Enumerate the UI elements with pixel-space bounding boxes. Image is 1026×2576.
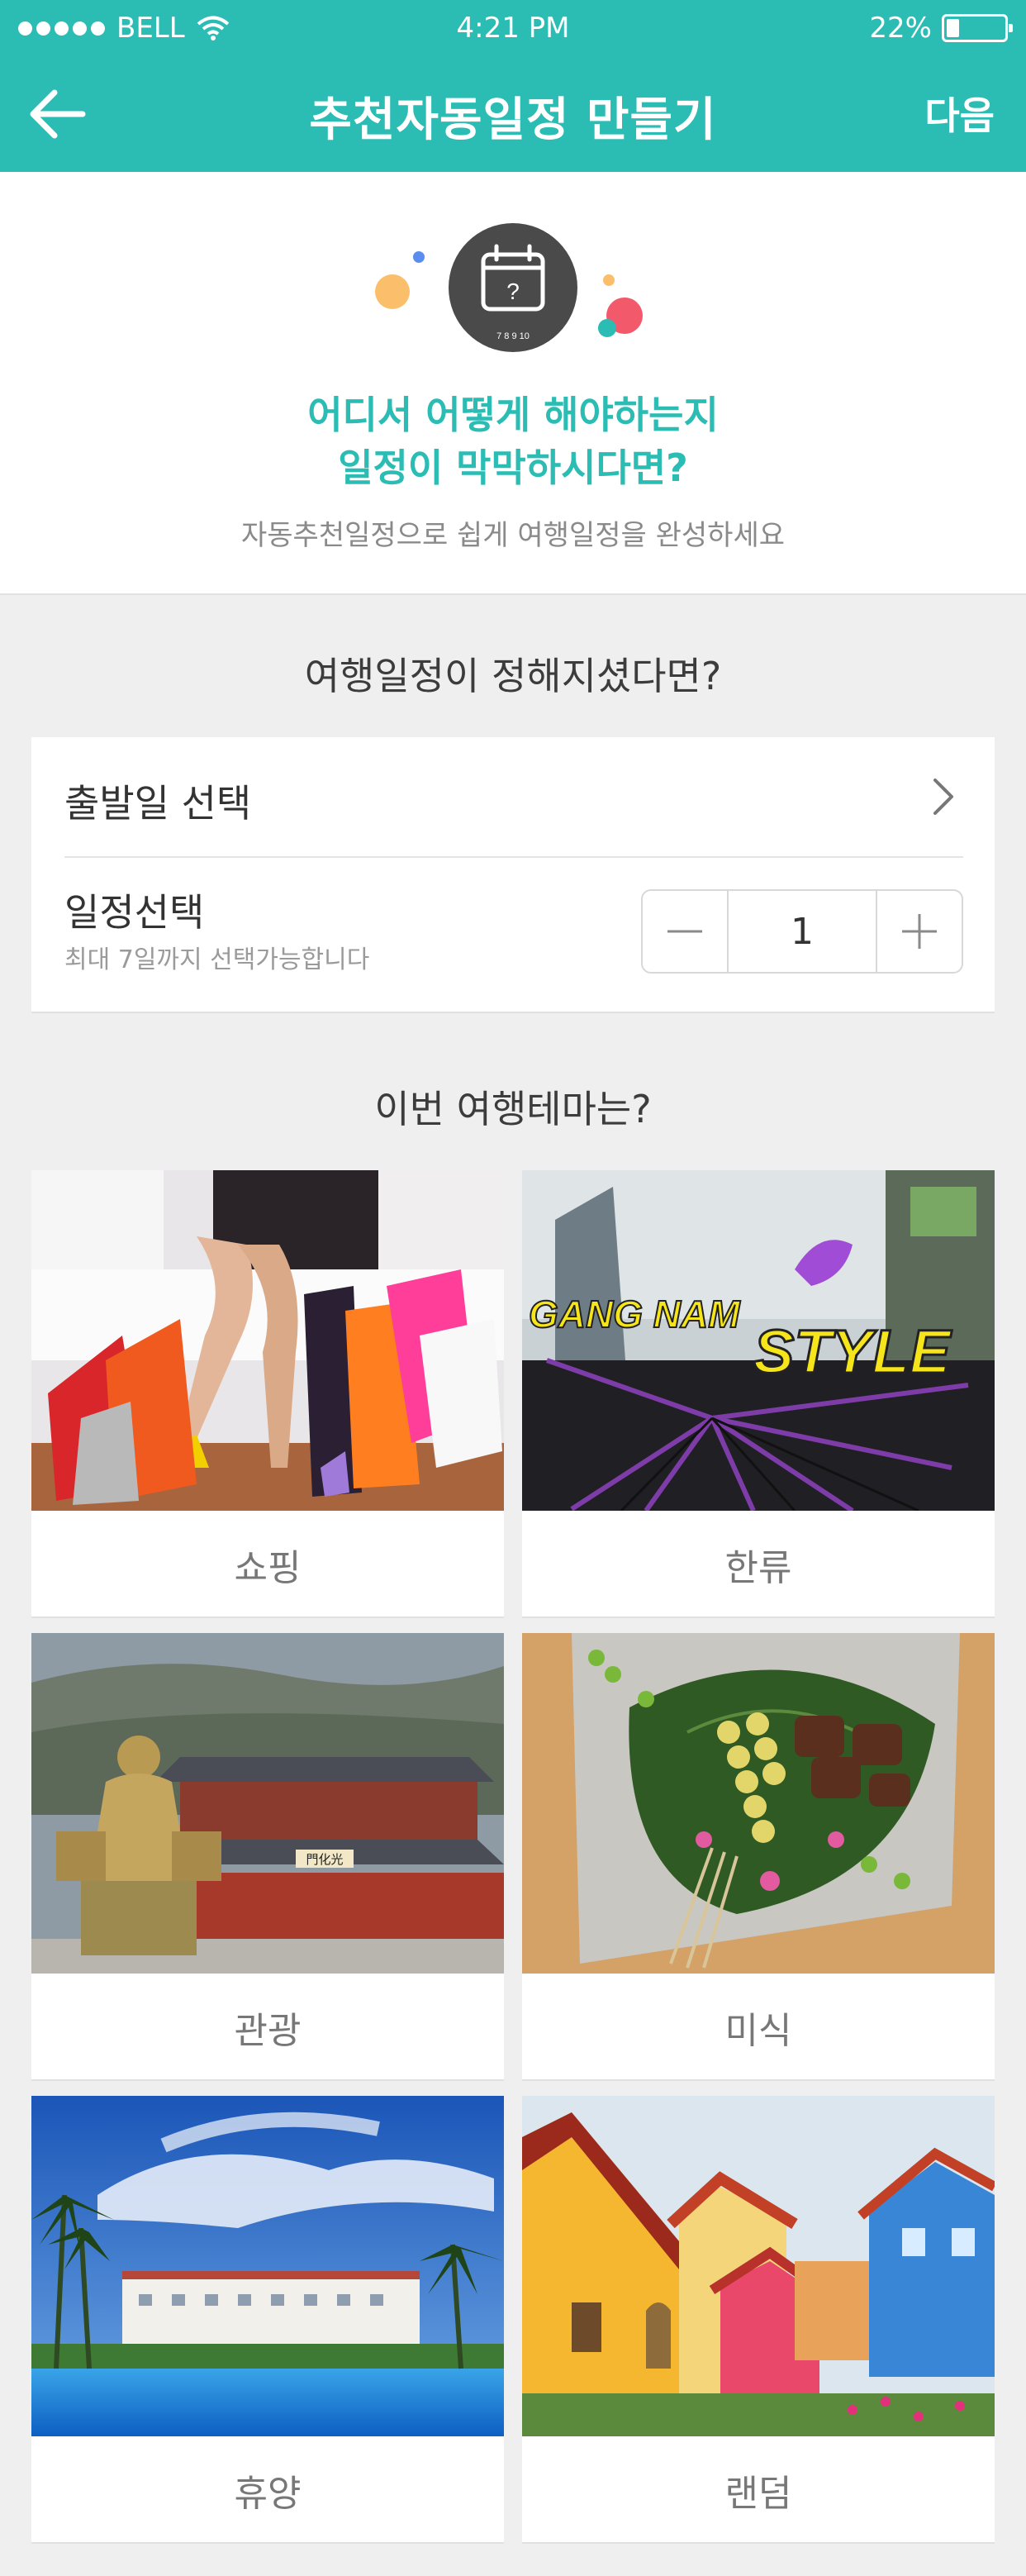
schedule-section-title: 여행일정이 정해지셨다면? (304, 654, 722, 698)
schedule-panel: 출발일 선택 일정선택 최대 7일까지 선택가능합니다 1 (31, 737, 995, 1013)
theme-label: 쇼핑 (234, 1547, 302, 1589)
increment-button[interactable] (877, 891, 962, 972)
chevron-right-icon (933, 779, 953, 815)
theme-label: 미식 (724, 2010, 792, 2052)
navigation-bar: 추천자동일정 만들기 다음 (0, 58, 1026, 172)
theme-tile-resort[interactable]: 휴양 (31, 2096, 504, 2544)
next-button[interactable]: 다음 (924, 86, 995, 140)
shopping-image (31, 1170, 504, 1511)
style-sign-text: STYLE (753, 1317, 952, 1386)
battery-icon (942, 14, 1013, 42)
random-image (522, 2096, 995, 2436)
confetti-dot (598, 319, 616, 337)
intro-question-line-1: 어디서 어떻게 해야하는지 (307, 393, 719, 437)
intro-question-line-2: 일정이 막막하시다면? (338, 445, 688, 490)
theme-label: 휴양 (234, 2473, 302, 2515)
duration-stepper: 1 (641, 889, 963, 974)
duration-hint: 최대 7일까지 선택가능합니다 (64, 945, 370, 974)
calendar-question-icon: ? 7 8 9 10 (449, 223, 577, 352)
gate-sign-text: 門化光 (306, 1852, 343, 1867)
theme-tile-hallyu[interactable]: GANG NAM STYLE 한류 (522, 1170, 995, 1618)
app-header: BELL 4:21 PM 22% 추천자동일정 만들기 다음 (0, 0, 1026, 172)
theme-label: 한류 (724, 1547, 792, 1589)
calendar-days-text: 7 8 9 10 (496, 331, 530, 341)
divider (64, 856, 963, 858)
theme-label: 관광 (234, 2010, 302, 2052)
theme-section-title: 이번 여행테마는? (374, 1087, 652, 1131)
page-title: 추천자동일정 만들기 (309, 93, 717, 147)
svg-text:?: ? (506, 279, 520, 304)
duration-value[interactable]: 1 (727, 891, 877, 972)
theme-tile-sightseeing[interactable]: 門化光 관광 (31, 1633, 504, 2081)
battery-percent: 22% (869, 12, 932, 45)
minus-icon (667, 930, 702, 933)
theme-label: 랜덤 (724, 2473, 792, 2515)
confetti-dot (375, 274, 410, 309)
intro-subtitle: 자동추천일정으로 쉽게 여행일정을 완성하세요 (240, 519, 786, 552)
duration-label: 일정선택 (64, 890, 205, 935)
resort-image (31, 2096, 504, 2436)
departure-date-label: 출발일 선택 (64, 781, 252, 826)
gangnam-sign-text: GANG NAM (529, 1293, 741, 1336)
status-bar: BELL 4:21 PM 22% (0, 0, 1026, 58)
theme-tile-random[interactable]: 랜덤 (522, 2096, 995, 2544)
gourmet-image (522, 1633, 995, 1974)
intro-card: ? 7 8 9 10 어디서 어떻게 해야하는지 일정이 막막하시다면? 자동추… (0, 172, 1026, 595)
theme-tile-gourmet[interactable]: 미식 (522, 1633, 995, 2081)
confetti-dot (413, 251, 425, 263)
hallyu-image: GANG NAM STYLE (522, 1170, 995, 1511)
decrement-button[interactable] (643, 891, 727, 972)
departure-date-row[interactable]: 출발일 선택 (31, 737, 995, 856)
sightseeing-image: 門化光 (31, 1633, 504, 1974)
plus-icon (902, 914, 937, 949)
theme-tile-shopping[interactable]: 쇼핑 (31, 1170, 504, 1618)
confetti-dot (603, 274, 615, 286)
